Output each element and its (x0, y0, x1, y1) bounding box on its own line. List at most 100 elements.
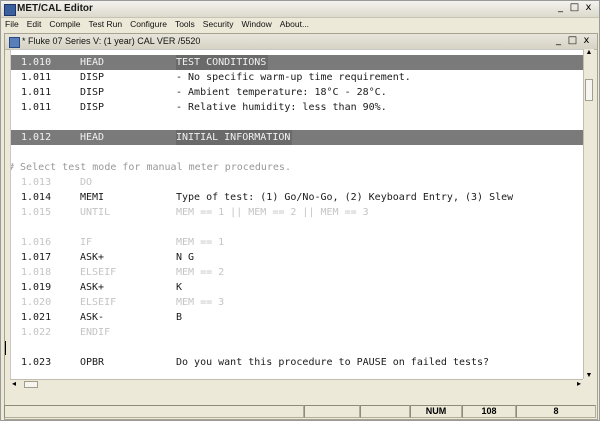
line-number: 1.023 (21, 357, 52, 368)
menu-file[interactable]: File (5, 18, 19, 31)
keyword: ENDIF (80, 327, 111, 338)
text-cursor (5, 341, 6, 355)
line-number: 1.019 (21, 282, 52, 293)
horizontal-scroll-thumb[interactable] (24, 381, 38, 388)
doc-minimize-button[interactable]: _ (552, 35, 565, 47)
keyword: UNTIL (80, 207, 111, 218)
scroll-down-arrow-icon[interactable]: ▼ (584, 372, 594, 379)
menu-about[interactable]: About... (280, 18, 309, 31)
code-line[interactable]: 1.017 ASK+ N G (11, 250, 584, 265)
keyword: IF (80, 237, 93, 248)
doc-close-button[interactable]: x (580, 35, 593, 47)
status-panel-blank-1 (304, 405, 360, 418)
comment-text: # Select test mode for manual meter proc… (10, 162, 291, 173)
statement-text: TEST CONDITIONS (176, 55, 269, 70)
close-button[interactable]: x (582, 2, 595, 14)
code-line[interactable]: 1.016 IF MEM == 1 (11, 235, 584, 250)
vertical-scrollbar[interactable]: ▲ ▼ (583, 49, 594, 379)
line-number: 1.011 (21, 72, 52, 83)
app-title: MET/CAL Editor (17, 3, 93, 14)
line-number: 1.022 (21, 327, 52, 338)
line-number: 1.010 (21, 57, 52, 68)
document-icon (9, 37, 20, 48)
statement-text: - Ambient temperature: 18°C - 28°C. (176, 87, 387, 98)
keyword: ELSEIF (80, 297, 117, 308)
menubar: File Edit Compile Test Run Configure Too… (1, 18, 599, 31)
statement-text: Type of test: (1) Go/No-Go, (2) Keyboard… (176, 192, 514, 203)
status-panel-blank-2 (360, 405, 410, 418)
status-message (4, 405, 304, 418)
statement-text: MEM == 2 (176, 267, 225, 278)
line-number: 1.011 (21, 87, 52, 98)
code-line[interactable] (11, 220, 584, 235)
menu-test-run[interactable]: Test Run (89, 18, 123, 31)
doc-maximize-button[interactable]: □ (566, 35, 579, 47)
line-number: 1.014 (21, 192, 52, 203)
code-line-comment[interactable]: # Select test mode for manual meter proc… (11, 160, 584, 175)
keyword: DISP (80, 87, 105, 98)
keyword: ASK+ (80, 252, 105, 263)
line-number: 1.017 (21, 252, 52, 263)
statement-text: MEM == 3 (176, 297, 225, 308)
code-line[interactable] (11, 145, 584, 160)
line-number: 1.011 (21, 102, 52, 113)
scroll-left-arrow-icon[interactable]: ◂ (12, 379, 16, 388)
maximize-button[interactable]: □ (568, 2, 581, 14)
statement-text: B (176, 312, 183, 323)
menu-window[interactable]: Window (242, 18, 272, 31)
minimize-button[interactable]: _ (554, 2, 567, 14)
menu-compile[interactable]: Compile (49, 18, 80, 31)
statement-text: - No specific warm-up time requirement. (176, 72, 411, 83)
keyword: OPBR (80, 357, 105, 368)
code-line[interactable]: 1.013 DO (11, 175, 584, 190)
code-line[interactable]: 1.011 DISP - No specific warm-up time requ… (11, 70, 584, 85)
line-number: 1.018 (21, 267, 52, 278)
code-line[interactable]: 1.011 DISP - Ambient temperature: 18°C - 2… (11, 85, 584, 100)
document-title: * Fluke 07 Series V: (1 year) CAL VER /5… (22, 36, 201, 46)
status-num: NUM (410, 405, 462, 418)
code-line-head[interactable]: 1.010 HEAD TEST CONDITIONS (11, 55, 584, 70)
line-number: 1.020 (21, 297, 52, 308)
line-number: 1.016 (21, 237, 52, 248)
app-window: MET/CAL Editor _ □ x File Edit Compile T… (0, 0, 600, 421)
code-line[interactable] (11, 115, 584, 130)
menu-configure[interactable]: Configure (130, 18, 167, 31)
statement-text: MEM == 1 (176, 237, 225, 248)
code-line[interactable]: 1.022 ENDIF (11, 325, 584, 340)
statement-text: Do you want this procedure to PAUSE on f… (176, 357, 490, 368)
code-line[interactable]: 1.019 ASK+ K (11, 280, 584, 295)
horizontal-scrollbar[interactable]: ◂ ▸ (10, 379, 583, 390)
code-line[interactable]: 1.011 DISP - Relative humidity: less than … (11, 100, 584, 115)
code-line[interactable]: 1.023 OPBR Do you want this procedure to P… (11, 355, 584, 370)
line-number: 1.013 (21, 177, 52, 188)
statement-text: MEM == 1 || MEM == 2 || MEM == 3 (176, 207, 369, 218)
keyword: HEAD (80, 57, 105, 68)
code-line[interactable]: 1.014 MEMI Type of test: (1) Go/No-Go, (2)… (11, 190, 584, 205)
code-line[interactable]: 1.020 ELSEIF MEM == 3 (11, 295, 584, 310)
vertical-scroll-thumb[interactable] (585, 79, 593, 101)
app-icon (4, 4, 16, 16)
code-line[interactable]: 1.015 UNTIL MEM == 1 || MEM == 2 || MEM ==… (11, 205, 584, 220)
status-col: 8 (516, 405, 596, 418)
menu-security[interactable]: Security (203, 18, 234, 31)
code-line[interactable]: 1.021 ASK- B (11, 310, 584, 325)
line-number: 1.012 (21, 132, 52, 143)
menu-tools[interactable]: Tools (175, 18, 195, 31)
scroll-up-arrow-icon[interactable]: ▲ (584, 49, 594, 56)
code-editor[interactable]: 1.010 HEAD TEST CONDITIONS 1.011 DISP - No sp… (10, 49, 584, 380)
code-line[interactable] (11, 340, 584, 355)
app-titlebar: MET/CAL Editor _ □ x (1, 1, 599, 18)
keyword: DISP (80, 72, 105, 83)
menu-edit[interactable]: Edit (27, 18, 42, 31)
keyword: ELSEIF (80, 267, 117, 278)
keyword: MEMI (80, 192, 105, 203)
keyword: HEAD (80, 132, 105, 143)
code-line-head[interactable]: 1.012 HEAD INITIAL INFORMATION (11, 130, 584, 145)
code-line[interactable]: 1.018 ELSEIF MEM == 2 (11, 265, 584, 280)
keyword: DO (80, 177, 93, 188)
keyword: ASK+ (80, 282, 105, 293)
scroll-right-arrow-icon[interactable]: ▸ (577, 379, 581, 388)
status-line: 108 (462, 405, 516, 418)
statusbar: NUM 108 8 (4, 405, 596, 418)
line-number: 1.021 (21, 312, 52, 323)
